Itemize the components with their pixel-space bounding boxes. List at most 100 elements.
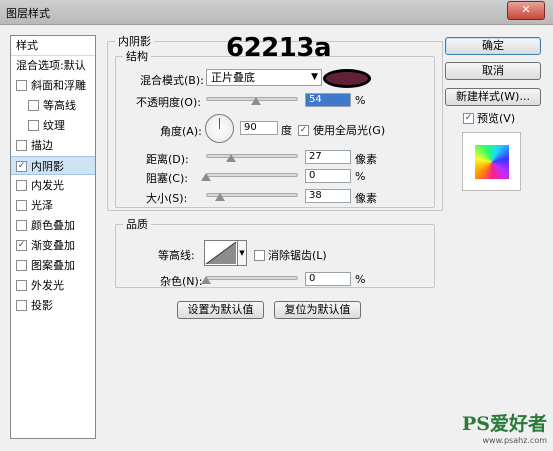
reset-default-button[interactable]: 复位为默认值 [274, 301, 361, 319]
styles-list: 样式 混合选项:默认斜面和浮雕等高线纹理描边 ✓ 内阴影内发光光泽颜色叠加 ✓ 渐变叠加… [10, 35, 96, 439]
style-item-label: 描边 [31, 139, 53, 152]
style-item-checkbox[interactable] [16, 219, 27, 231]
preview-swatch [475, 145, 509, 179]
new-style-button[interactable]: 新建样式(W)... [445, 88, 541, 106]
opacity-slider-thumb[interactable] [250, 97, 261, 105]
contour-dropdown-arrow-icon[interactable]: ▼ [238, 240, 247, 266]
style-item-checkbox[interactable] [16, 199, 27, 211]
style-item[interactable]: 等高线 [11, 96, 95, 115]
style-item-label: 渐变叠加 [31, 239, 75, 252]
preview-label: 预览(V) [477, 112, 516, 125]
angle-unit: 度 [281, 124, 292, 137]
anti-alias-label: 消除锯齿(L) [268, 249, 327, 262]
style-item[interactable]: 描边 [11, 136, 95, 155]
style-item-checkbox[interactable] [28, 99, 39, 111]
style-item-label: 投影 [31, 299, 53, 312]
structure-title: 结构 [126, 50, 148, 63]
choke-unit: % [355, 170, 366, 183]
color-annotation: 62213a [226, 33, 332, 63]
distance-label: 距离(D): [146, 153, 189, 166]
style-preview [462, 132, 521, 191]
blend-mode-label: 混合模式(B): [140, 74, 204, 87]
preview-checkbox[interactable]: ✓ [463, 113, 474, 124]
style-item-checkbox[interactable] [16, 79, 27, 91]
noise-slider-thumb[interactable] [201, 276, 211, 284]
blend-mode-select[interactable]: 正片叠底 ▼ [206, 69, 322, 86]
style-item-label: 图案叠加 [31, 259, 75, 272]
contour-preview[interactable] [204, 240, 238, 266]
style-item[interactable]: 颜色叠加 [11, 216, 95, 235]
noise-label: 杂色(N): [160, 275, 203, 288]
opacity-input[interactable]: 54 [305, 93, 351, 107]
size-unit: 像素 [355, 192, 377, 205]
opacity-label: 不透明度(O): [136, 96, 201, 109]
noise-input[interactable]: 0 [305, 272, 351, 286]
set-default-button[interactable]: 设置为默认值 [177, 301, 264, 319]
style-item[interactable]: ✓ 渐变叠加 [11, 236, 95, 255]
style-item-label: 内阴影 [31, 160, 64, 173]
size-label: 大小(S): [146, 192, 188, 205]
distance-slider[interactable] [206, 154, 298, 158]
style-item-checkbox[interactable] [16, 299, 27, 311]
style-item[interactable]: ✓ 内阴影 [11, 156, 95, 175]
style-item[interactable]: 混合选项:默认 [11, 56, 95, 75]
choke-label: 阻塞(C): [146, 172, 188, 185]
noise-unit: % [355, 273, 366, 286]
style-item-label: 纹理 [43, 119, 65, 132]
styles-header[interactable]: 样式 [11, 36, 95, 55]
contour-label: 等高线: [158, 249, 195, 262]
choke-slider[interactable] [206, 173, 298, 177]
choke-slider-thumb[interactable] [201, 173, 211, 181]
close-button[interactable]: ✕ [507, 1, 545, 20]
watermark: PS爱好者 www.psahz.com [462, 409, 547, 445]
cancel-button[interactable]: 取消 [445, 62, 541, 80]
angle-label: 角度(A): [160, 125, 202, 138]
style-item-checkbox[interactable]: ✓ [16, 160, 27, 172]
style-item[interactable]: 内发光 [11, 176, 95, 195]
style-item-checkbox[interactable] [16, 139, 27, 151]
global-light-label: 使用全局光(G) [313, 124, 386, 137]
style-item-checkbox[interactable] [28, 119, 39, 131]
style-item-label: 斜面和浮雕 [31, 79, 86, 92]
style-item-label: 内发光 [31, 179, 64, 192]
style-item-checkbox[interactable]: ✓ [16, 239, 27, 251]
quality-title: 品质 [126, 218, 148, 231]
style-item-checkbox[interactable] [16, 259, 27, 271]
inner-shadow-title: 内阴影 [118, 35, 151, 48]
ok-button[interactable]: 确定 [445, 37, 541, 55]
style-item[interactable]: 图案叠加 [11, 256, 95, 275]
style-item[interactable]: 纹理 [11, 116, 95, 135]
style-item[interactable]: 外发光 [11, 276, 95, 295]
contour-curve-icon [205, 241, 237, 265]
noise-slider[interactable] [206, 276, 298, 280]
global-light-checkbox[interactable]: ✓ [298, 125, 309, 136]
style-item-label: 外发光 [31, 279, 64, 292]
angle-dial-hand [219, 118, 220, 129]
style-item[interactable]: 投影 [11, 296, 95, 315]
title-bar: 图层样式 ✕ [0, 0, 553, 25]
watermark-url: www.psahz.com [482, 436, 547, 445]
distance-input[interactable]: 27 [305, 150, 351, 164]
angle-dial[interactable] [205, 114, 234, 143]
opacity-unit: % [355, 94, 366, 107]
window-title: 图层样式 [6, 7, 50, 20]
choke-input[interactable]: 0 [305, 169, 351, 183]
blend-mode-value: 正片叠底 [211, 71, 255, 84]
style-item[interactable]: 斜面和浮雕 [11, 76, 95, 95]
distance-slider-thumb[interactable] [225, 154, 236, 162]
style-item-label: 颜色叠加 [31, 219, 75, 232]
size-input[interactable]: 38 [305, 189, 351, 203]
shadow-color-swatch[interactable] [323, 69, 371, 88]
anti-alias-checkbox[interactable] [254, 250, 265, 261]
style-item-label: 等高线 [43, 99, 76, 112]
dropdown-arrow-icon: ▼ [311, 72, 318, 82]
angle-input[interactable]: 90 [240, 121, 278, 135]
distance-unit: 像素 [355, 153, 377, 166]
style-item-label: 光泽 [31, 199, 53, 212]
size-slider-thumb[interactable] [214, 193, 225, 201]
style-item-checkbox[interactable] [16, 279, 27, 291]
style-item-checkbox[interactable] [16, 179, 27, 191]
style-item[interactable]: 光泽 [11, 196, 95, 215]
style-item-label: 混合选项:默认 [16, 59, 86, 72]
watermark-logo: PS爱好者 [461, 413, 547, 435]
